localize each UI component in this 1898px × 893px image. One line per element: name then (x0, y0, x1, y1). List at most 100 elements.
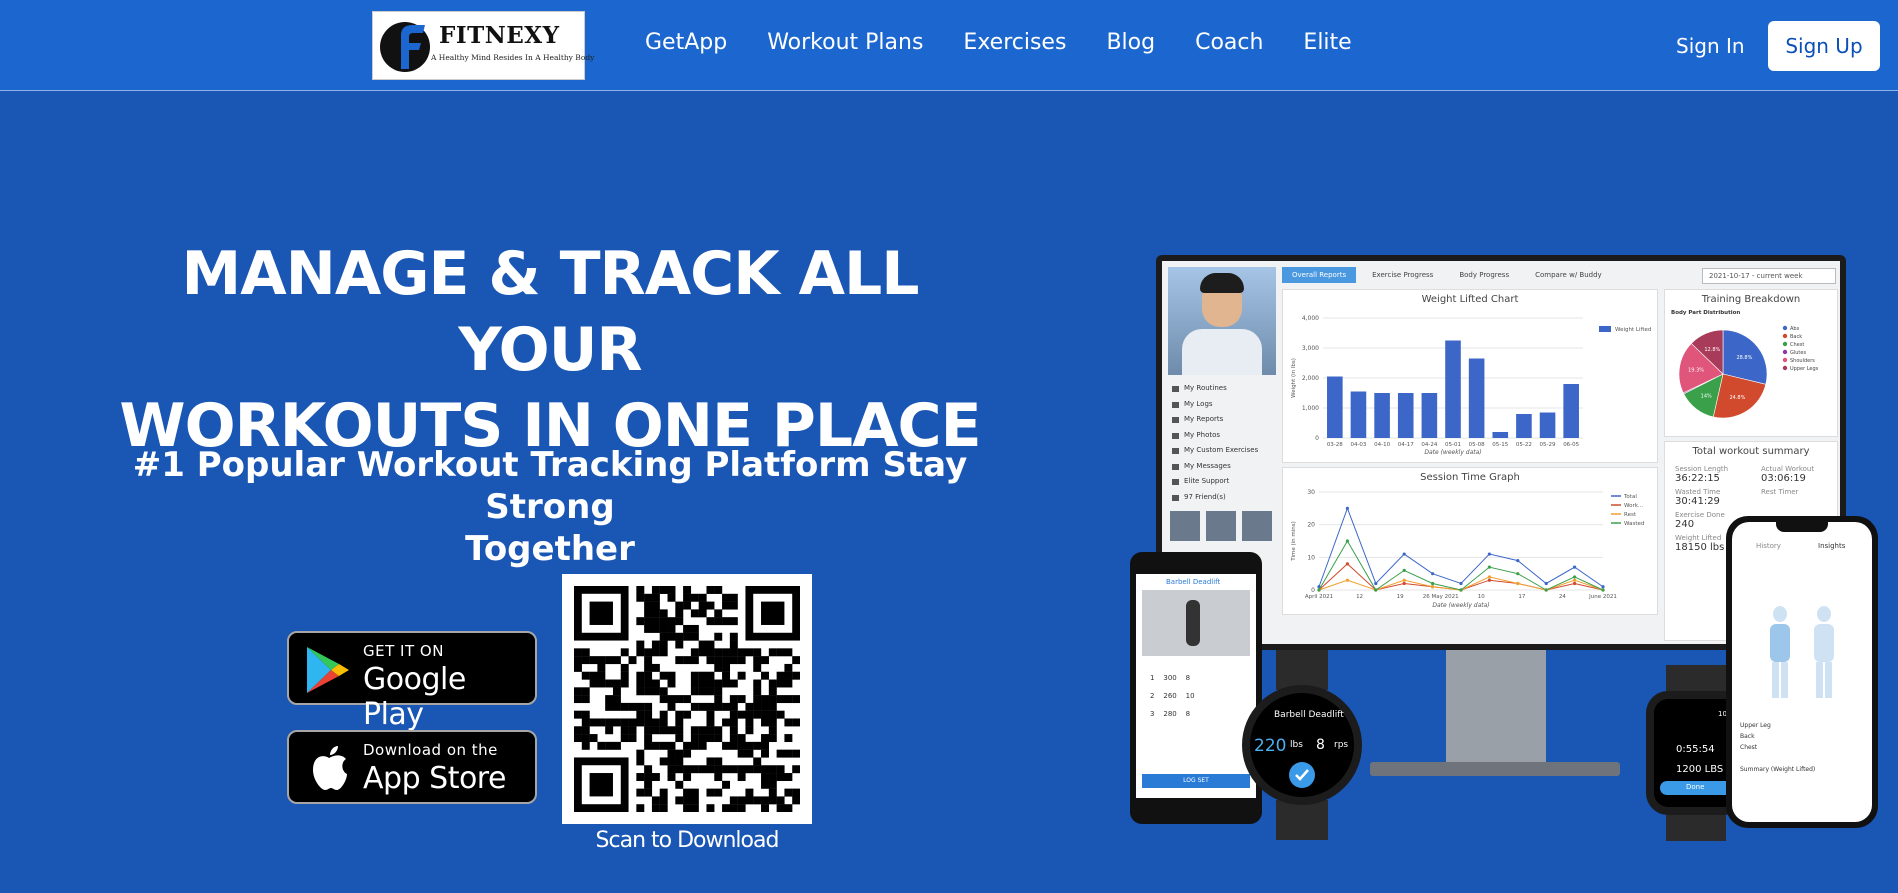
qr-module (675, 796, 684, 805)
qr-module (690, 671, 699, 680)
qr-module (745, 648, 754, 657)
x-tick-label: 17 (1518, 594, 1525, 600)
nav-link-blog[interactable]: Blog (1106, 30, 1155, 55)
x-tick-label: 04-17 (1398, 442, 1414, 448)
qr-module (690, 648, 699, 657)
qr-module (722, 780, 731, 789)
nav-link-coach[interactable]: Coach (1195, 30, 1263, 55)
qr-module (644, 773, 653, 781)
session-time-chart: 0 10 20 30 Total Work... Rest Wasted April 2021 1… (1291, 489, 1644, 609)
qr-module (761, 710, 769, 719)
qr-module (761, 765, 769, 774)
insight-row-upper-leg: Upper Leg (1740, 722, 1771, 729)
qr-module (644, 710, 653, 719)
qr-module (768, 695, 777, 704)
qr-module (667, 593, 676, 602)
qr-module (667, 617, 676, 626)
qr-module (714, 734, 723, 743)
app-store-badge[interactable]: Download on the App Store (287, 730, 537, 804)
qr-module (753, 695, 762, 704)
qr-module (706, 617, 715, 626)
qr-module (636, 648, 645, 657)
qr-module (683, 632, 692, 641)
download-qr-code[interactable] (562, 574, 812, 824)
exercise-figure (1186, 600, 1200, 646)
qr-module (722, 593, 731, 602)
qr-module (706, 679, 715, 688)
hero-title: MANAGE & TRACK ALL YOUR WORKOUTS IN ONE … (80, 236, 1020, 464)
qr-module (729, 702, 738, 711)
legend-swatch (1782, 365, 1788, 371)
nav-link-exercises[interactable]: Exercises (963, 30, 1066, 55)
x-tick-label: 26 May 2021 (1423, 594, 1459, 600)
qr-module (714, 632, 723, 641)
qr-module (605, 718, 614, 727)
qr-module (706, 671, 715, 680)
qr-module (753, 702, 762, 711)
qr-module (729, 741, 738, 750)
qr-module (605, 695, 614, 704)
friend-avatar (1242, 511, 1272, 541)
qr-module (675, 734, 684, 743)
qr-module (714, 702, 723, 711)
qr-module (729, 695, 738, 704)
qr-module (644, 617, 653, 626)
qr-module (706, 788, 715, 797)
data-point (1487, 565, 1491, 569)
qr-module (636, 710, 645, 719)
legend-label: Work... (1624, 503, 1643, 509)
qr-module (683, 765, 692, 774)
exercise-done-value: 240 (1675, 519, 1695, 530)
qr-module (776, 796, 785, 805)
sign-up-button[interactable]: Sign Up (1768, 21, 1880, 71)
android-phone-screen: Barbell Deadlift 1 300 8 2 260 10 3 280 … (1136, 574, 1256, 798)
fitnexy-logo[interactable]: FITNEXY A Healthy Mind Resides In A Heal… (372, 11, 594, 80)
qr-module (706, 718, 715, 727)
qr-module (761, 796, 769, 805)
qr-module (690, 804, 699, 812)
nav-link-workout-plans[interactable]: Workout Plans (767, 30, 923, 55)
qr-module (792, 671, 800, 680)
qr-module (753, 663, 762, 672)
qr-module (581, 648, 590, 657)
sign-in-link[interactable]: Sign In (1676, 34, 1745, 58)
qr-module (605, 741, 614, 750)
qr-module (667, 773, 676, 781)
bar (1350, 391, 1367, 438)
product-mockup: My Routines My Logs My Reports My Photos… (1120, 250, 1898, 850)
x-tick-label: 05-22 (1516, 442, 1532, 448)
session-length-value: 36:22:15 (1675, 473, 1720, 484)
nav-link-elite[interactable]: Elite (1303, 30, 1351, 55)
qr-module (644, 726, 653, 735)
qr-module (714, 679, 723, 688)
qr-module (644, 765, 653, 774)
qr-module (574, 726, 582, 735)
qr-module (761, 780, 769, 789)
qr-module (659, 640, 668, 649)
qr-module (698, 726, 707, 735)
qr-module (690, 741, 699, 750)
qr-module (675, 601, 684, 610)
qr-module (589, 734, 598, 743)
qr-module (605, 702, 614, 711)
x-tick-label: 05-01 (1445, 442, 1461, 448)
logo-mark-icon (380, 22, 430, 72)
qr-module (722, 679, 731, 688)
qr-module (706, 765, 715, 774)
qr-module (706, 601, 715, 610)
qr-module (644, 780, 653, 789)
y-tick-label: 0 (1311, 587, 1315, 594)
qr-module (675, 710, 684, 719)
qr-module (776, 749, 785, 758)
qr-module (753, 679, 762, 688)
qr-module (761, 741, 769, 750)
qr-module (636, 671, 645, 680)
google-play-badge[interactable]: GET IT ON Google Play (287, 631, 537, 732)
qr-module (690, 687, 699, 696)
qr-module (776, 671, 785, 680)
data-point (1516, 581, 1520, 586)
qr-module (683, 773, 692, 781)
qr-module (690, 609, 699, 618)
nav-link-getapp[interactable]: GetApp (645, 30, 727, 55)
side-item-custom-exercises: My Custom Exercises (1168, 443, 1276, 459)
